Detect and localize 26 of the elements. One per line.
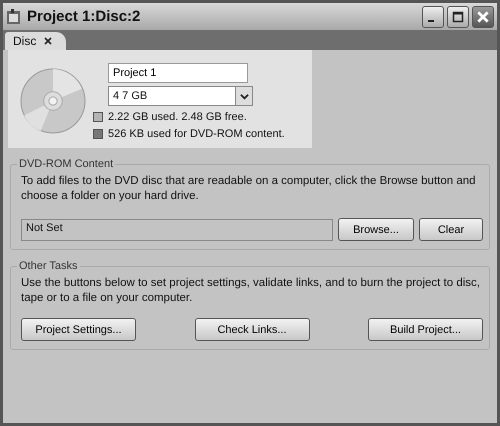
description-text: To add files to the DVD disc that are readable on a computer, click the Browse button and choose a folder on your hard drive.: [20, 174, 477, 204]
task-button[interactable]: Check Links...: [194, 318, 310, 341]
group-title: Other Tasks: [18, 260, 78, 272]
chevron-down-icon: [240, 92, 248, 100]
app-icon: [6, 8, 22, 24]
task-button[interactable]: Project Settings...: [21, 318, 136, 341]
window-title: Project 1:Disc:2: [27, 8, 142, 25]
minimize-icon: [428, 20, 434, 22]
group-title: DVD-ROM Content: [18, 158, 114, 170]
close-icon: [476, 10, 490, 24]
action-button[interactable]: Browse...: [338, 218, 414, 241]
folder-field[interactable]: Not Set: [21, 218, 333, 240]
disc-icon: [20, 68, 86, 134]
legend-text: 526 KB used for DVD-ROM content.: [108, 128, 285, 140]
disc-size-dropdown[interactable]: 4 7 GB: [108, 86, 253, 106]
action-button[interactable]: Clear: [419, 218, 483, 241]
close-icon: [44, 37, 52, 45]
close-button[interactable]: [472, 6, 494, 28]
legend-text: 2.22 GB used. 2.48 GB free.: [108, 111, 247, 123]
description-text: Use the buttons below to set project settings, validate links, and to burn the project to disc, tape or to a file on your computer.: [20, 276, 481, 306]
maximize-icon: [452, 10, 464, 22]
disc-name-field[interactable]: Project 1: [108, 63, 248, 83]
disc-tab[interactable]: Disc: [5, 32, 66, 50]
task-button[interactable]: Build Project...: [368, 318, 483, 341]
minimize-button[interactable]: [422, 6, 444, 28]
maximize-button[interactable]: [447, 6, 469, 28]
